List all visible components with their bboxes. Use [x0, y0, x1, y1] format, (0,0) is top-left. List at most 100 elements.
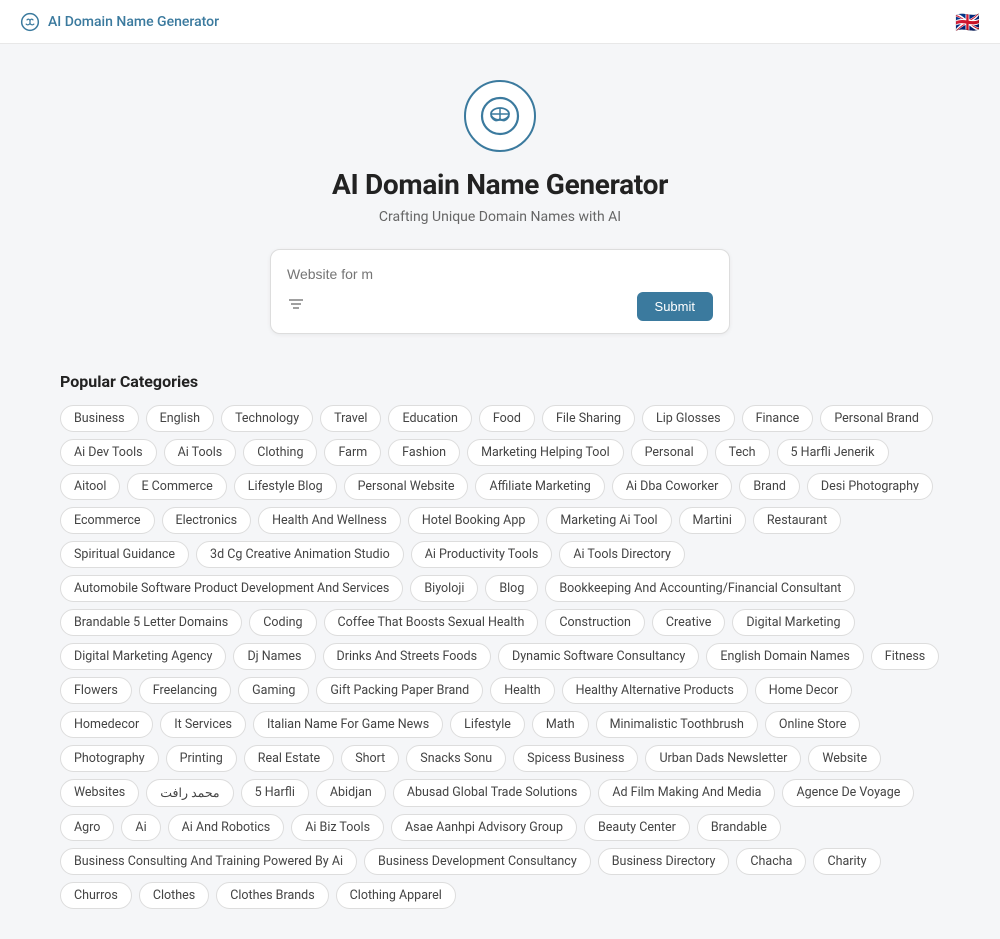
category-tag[interactable]: Construction	[545, 609, 645, 636]
category-tag[interactable]: Chacha	[736, 848, 806, 875]
category-tag[interactable]: Abidjan	[316, 779, 386, 807]
category-tag[interactable]: Bookkeeping And Accounting/Financial Con…	[545, 575, 855, 602]
category-tag[interactable]: Restaurant	[753, 507, 841, 534]
category-tag[interactable]: Clothes	[139, 882, 209, 909]
category-tag[interactable]: Blog	[485, 575, 538, 602]
category-tag[interactable]: Lip Glosses	[642, 405, 735, 432]
category-tag[interactable]: Short	[341, 745, 399, 772]
category-tag[interactable]: Abusad Global Trade Solutions	[393, 779, 592, 807]
category-tag[interactable]: Coding	[249, 609, 316, 636]
category-tag[interactable]: Flowers	[60, 677, 132, 704]
category-tag[interactable]: Home Decor	[755, 677, 852, 704]
category-tag[interactable]: Agence De Voyage	[782, 779, 914, 807]
category-tag[interactable]: Coffee That Boosts Sexual Health	[324, 609, 539, 636]
category-tag[interactable]: Websites	[60, 779, 139, 807]
category-tag[interactable]: Clothes Brands	[216, 882, 328, 909]
category-tag[interactable]: Food	[479, 405, 535, 432]
category-tag[interactable]: Beauty Center	[584, 814, 690, 841]
category-tag[interactable]: Education	[388, 405, 471, 432]
category-tag[interactable]: Gaming	[238, 677, 309, 704]
category-tag[interactable]: Martini	[679, 507, 746, 534]
category-tag[interactable]: Ad Film Making And Media	[598, 779, 775, 807]
category-tag[interactable]: Drinks And Streets Foods	[323, 643, 492, 670]
category-tag[interactable]: Lifestyle	[450, 711, 525, 738]
category-tag[interactable]: Brand	[739, 473, 800, 500]
category-tag[interactable]: Agro	[60, 814, 114, 841]
language-flag[interactable]: 🇬🇧	[955, 10, 980, 34]
category-tag[interactable]: Digital Marketing Agency	[60, 643, 226, 670]
category-tag[interactable]: File Sharing	[542, 405, 635, 432]
category-tag[interactable]: Personal Website	[344, 473, 469, 500]
category-tag[interactable]: 5 Harfli	[241, 779, 309, 807]
category-tag[interactable]: Marketing Ai Tool	[546, 507, 671, 534]
category-tag[interactable]: Ai	[121, 814, 160, 841]
category-tag[interactable]: Business Development Consultancy	[364, 848, 591, 875]
category-tag[interactable]: Ai Tools Directory	[559, 541, 685, 568]
category-tag[interactable]: Spicess Business	[513, 745, 638, 772]
filter-icon-button[interactable]	[287, 295, 305, 318]
category-tag[interactable]: Fitness	[871, 643, 939, 670]
category-tag[interactable]: Freelancing	[139, 677, 231, 704]
category-tag[interactable]: Marketing Helping Tool	[467, 439, 624, 466]
category-tag[interactable]: Clothing Apparel	[336, 882, 456, 909]
category-tag[interactable]: 3d Cg Creative Animation Studio	[196, 541, 404, 568]
category-tag[interactable]: E Commerce	[127, 473, 226, 500]
category-tag[interactable]: Gift Packing Paper Brand	[316, 677, 483, 704]
category-tag[interactable]: 5 Harfli Jenerik	[777, 439, 889, 466]
category-tag[interactable]: Farm	[324, 439, 381, 466]
category-tag[interactable]: Dynamic Software Consultancy	[498, 643, 699, 670]
category-tag[interactable]: Tech	[715, 439, 770, 466]
category-tag[interactable]: Biyoloji	[410, 575, 478, 602]
category-tag[interactable]: Spiritual Guidance	[60, 541, 189, 568]
category-tag[interactable]: Italian Name For Game News	[253, 711, 443, 738]
category-tag[interactable]: Hotel Booking App	[408, 507, 540, 534]
category-tag[interactable]: Ai Dev Tools	[60, 439, 157, 466]
category-tag[interactable]: Ai And Robotics	[168, 814, 285, 841]
category-tag[interactable]: Fashion	[388, 439, 460, 466]
category-tag[interactable]: Personal	[631, 439, 708, 466]
category-tag[interactable]: Electronics	[162, 507, 252, 534]
category-tag[interactable]: Finance	[742, 405, 814, 432]
category-tag[interactable]: Travel	[320, 405, 381, 432]
category-tag[interactable]: Aitool	[60, 473, 120, 500]
category-tag[interactable]: Website	[808, 745, 881, 772]
category-tag[interactable]: Real Estate	[244, 745, 334, 772]
category-tag[interactable]: Affiliate Marketing	[475, 473, 604, 500]
category-tag[interactable]: Dj Names	[233, 643, 315, 670]
category-tag[interactable]: Printing	[166, 745, 237, 772]
category-tag[interactable]: Business	[60, 405, 139, 432]
category-tag[interactable]: Business Consulting And Training Powered…	[60, 848, 357, 875]
category-tag[interactable]: Business Directory	[598, 848, 730, 875]
category-tag[interactable]: Math	[532, 711, 589, 738]
category-tag[interactable]: Desi Photography	[807, 473, 933, 500]
category-tag[interactable]: Healthy Alternative Products	[562, 677, 748, 704]
category-tag[interactable]: It Services	[160, 711, 246, 738]
category-tag[interactable]: Urban Dads Newsletter	[645, 745, 801, 772]
category-tag[interactable]: Personal Brand	[820, 405, 933, 432]
category-tag[interactable]: Ai Biz Tools	[291, 814, 384, 841]
category-tag[interactable]: Ecommerce	[60, 507, 155, 534]
category-tag[interactable]: Homedecor	[60, 711, 153, 738]
category-tag[interactable]: Health	[490, 677, 554, 704]
submit-button[interactable]: Submit	[637, 292, 713, 321]
category-tag[interactable]: English Domain Names	[706, 643, 863, 670]
category-tag[interactable]: Technology	[221, 405, 313, 432]
category-tag[interactable]: Online Store	[765, 711, 860, 738]
category-tag[interactable]: Clothing	[243, 439, 317, 466]
category-tag[interactable]: محمد رافت	[146, 779, 233, 807]
category-tag[interactable]: Brandable 5 Letter Domains	[60, 609, 242, 636]
category-tag[interactable]: Health And Wellness	[258, 507, 401, 534]
category-tag[interactable]: Brandable	[697, 814, 781, 841]
category-tag[interactable]: Ai Dba Coworker	[612, 473, 733, 500]
category-tag[interactable]: Digital Marketing	[732, 609, 854, 636]
category-tag[interactable]: Snacks Sonu	[406, 745, 506, 772]
category-tag[interactable]: Photography	[60, 745, 159, 772]
search-input[interactable]	[287, 266, 713, 282]
category-tag[interactable]: Lifestyle Blog	[234, 473, 337, 500]
category-tag[interactable]: Ai Tools	[164, 439, 237, 466]
category-tag[interactable]: Creative	[652, 609, 725, 636]
category-tag[interactable]: Charity	[813, 848, 880, 875]
category-tag[interactable]: Churros	[60, 882, 132, 909]
category-tag[interactable]: Asae Aanhpi Advisory Group	[391, 814, 577, 841]
category-tag[interactable]: Ai Productivity Tools	[411, 541, 553, 568]
